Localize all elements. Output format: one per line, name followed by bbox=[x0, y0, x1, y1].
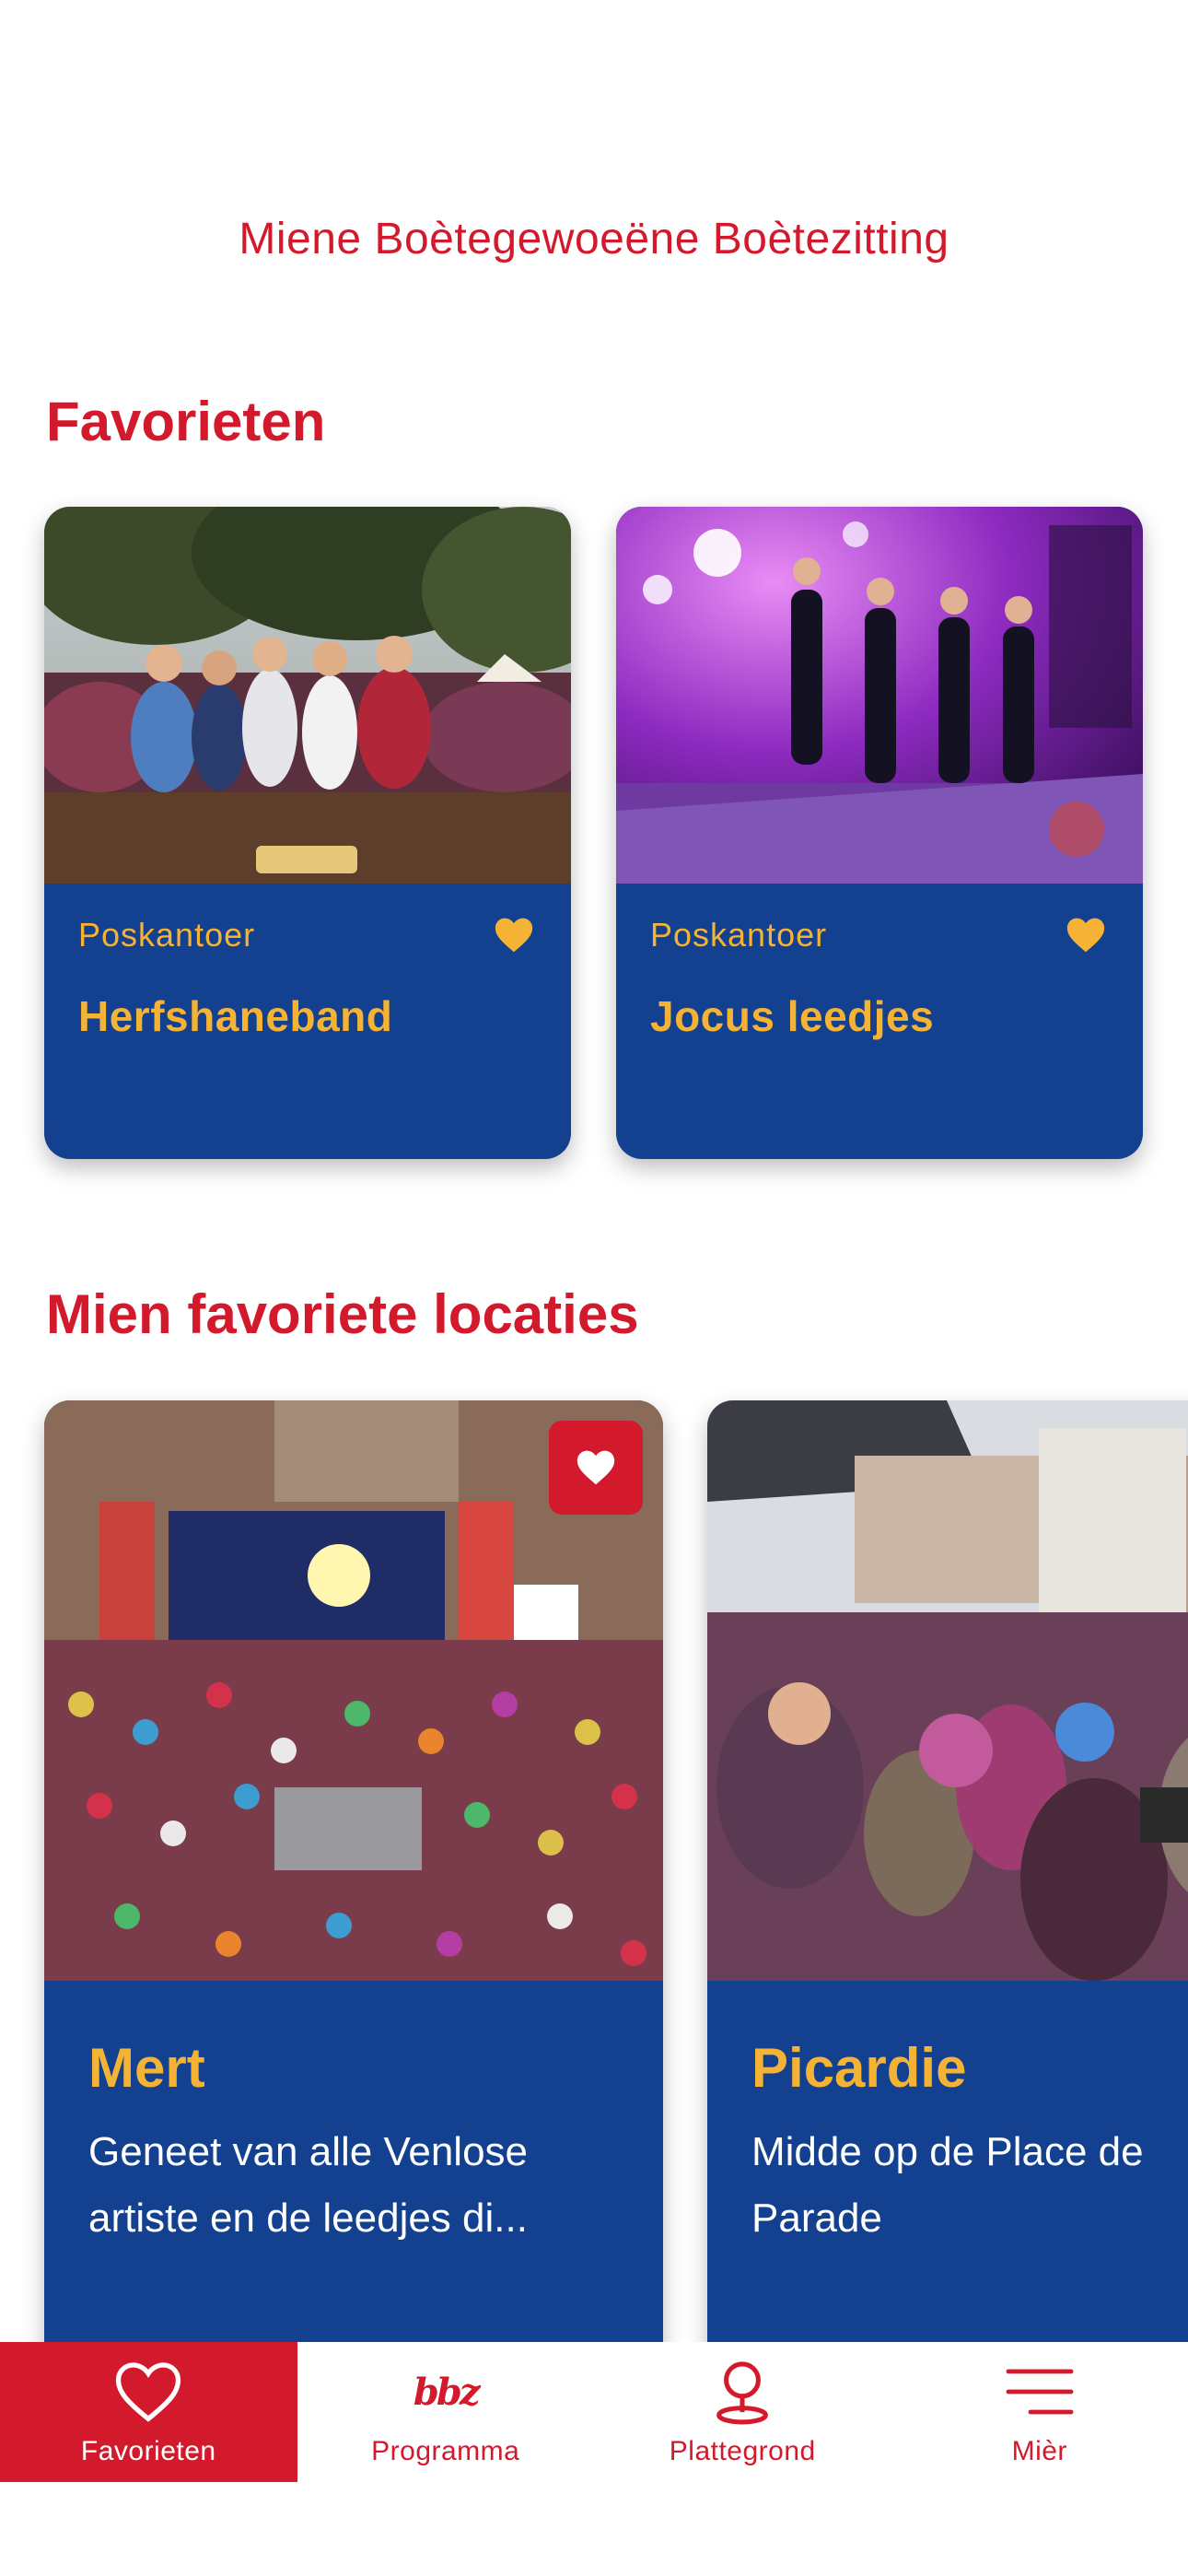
screen: Miene Boètegewoeëne Boètezitting Favorie… bbox=[0, 0, 1188, 2576]
heart-icon bbox=[113, 2357, 183, 2427]
program-location: Poskantoer bbox=[78, 916, 256, 954]
favorite-heart-icon[interactable] bbox=[494, 916, 534, 954]
program-card-jocus-leedjes[interactable]: Poskantoer Jocus leedjes bbox=[616, 507, 1143, 1159]
program-card-herfshaneband[interactable]: Poskantoer Herfshaneband bbox=[44, 507, 571, 1159]
program-photo bbox=[616, 507, 1143, 884]
tab-label: Programma bbox=[371, 2436, 520, 2466]
menu-icon bbox=[1005, 2357, 1075, 2427]
location-description-line: Parade bbox=[751, 2195, 882, 2241]
program-name: Jocus leedjes bbox=[650, 992, 935, 1040]
tab-label: Plattegrond bbox=[669, 2436, 816, 2466]
tab-mier[interactable]: Mièr bbox=[891, 2342, 1188, 2482]
favorites-section-title: Favorieten bbox=[46, 391, 326, 452]
app-title: Miene Boètegewoeëne Boètezitting bbox=[239, 215, 949, 263]
heart-icon bbox=[577, 1450, 615, 1485]
bbz-logo-icon: bbz bbox=[413, 2370, 481, 2414]
tab-label: Favorieten bbox=[80, 2436, 216, 2466]
location-name: Picardie bbox=[751, 2037, 967, 2099]
location-photo bbox=[707, 1400, 1188, 1981]
location-description: Midde op de Place de Parade bbox=[751, 2119, 1188, 2252]
program-photo bbox=[44, 507, 571, 884]
location-description-line: artiste en de leedjes di... bbox=[88, 2195, 528, 2241]
location-favorite-button[interactable] bbox=[549, 1421, 643, 1515]
location-description-line: Midde op de Place de bbox=[751, 2129, 1144, 2174]
location-description: Geneet van alle Venlose artiste en de le… bbox=[88, 2119, 641, 2252]
favorite-heart-icon[interactable] bbox=[1066, 916, 1106, 954]
tab-favorieten[interactable]: Favorieten bbox=[0, 2342, 297, 2482]
location-name: Mert bbox=[88, 2037, 205, 2099]
tab-label: Mièr bbox=[1011, 2436, 1067, 2466]
program-name: Herfshaneband bbox=[78, 992, 393, 1040]
program-location: Poskantoer bbox=[650, 916, 828, 954]
tab-plattegrond[interactable]: Plattegrond bbox=[594, 2342, 891, 2482]
location-description-line: Geneet van alle Venlose bbox=[88, 2129, 529, 2174]
locations-section-title: Mien favoriete locaties bbox=[46, 1283, 639, 1345]
tab-bar: Favorieten bbz Programma Plattegrond Miè… bbox=[0, 2342, 1188, 2576]
tab-programma[interactable]: bbz Programma bbox=[297, 2342, 595, 2482]
map-pin-icon bbox=[707, 2357, 777, 2427]
